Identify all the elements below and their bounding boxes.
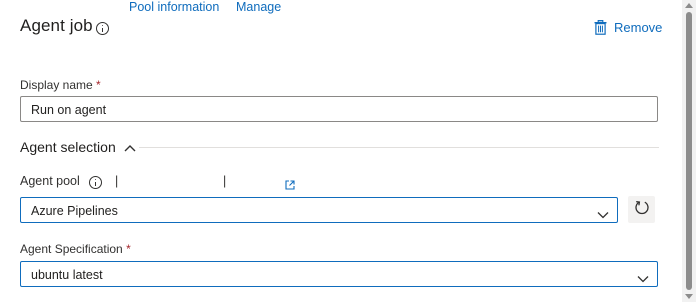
agent-selection-header[interactable]: Agent selection bbox=[20, 139, 136, 155]
scroll-up-arrow[interactable] bbox=[685, 3, 693, 8]
chevron-down-icon bbox=[597, 206, 609, 224]
display-name-value: Run on agent bbox=[31, 103, 107, 117]
agent-selection-title: Agent selection bbox=[20, 139, 116, 155]
remove-button[interactable]: Remove bbox=[594, 18, 662, 36]
section-divider bbox=[139, 147, 659, 148]
info-icon[interactable] bbox=[89, 176, 102, 189]
manage-link[interactable]: Manage bbox=[236, 0, 281, 16]
agent-pool-label: Agent pool bbox=[20, 174, 80, 188]
trash-icon bbox=[594, 19, 607, 35]
agent-pool-dropdown[interactable]: Azure Pipelines bbox=[20, 197, 618, 223]
external-link-icon[interactable] bbox=[285, 177, 295, 195]
agent-job-panel: Agent job Remove Display name * Run on a… bbox=[0, 0, 680, 302]
separator: | bbox=[115, 174, 119, 188]
info-icon[interactable] bbox=[96, 22, 109, 35]
agent-specification-label-text: Agent Specification bbox=[20, 242, 123, 256]
pool-information-link[interactable]: Pool information bbox=[129, 0, 219, 16]
scroll-thumb[interactable] bbox=[686, 12, 692, 290]
agent-pool-selected: Azure Pipelines bbox=[31, 204, 118, 218]
refresh-icon bbox=[634, 199, 650, 220]
agent-specification-dropdown[interactable]: ubuntu latest bbox=[20, 261, 658, 287]
chevron-down-icon bbox=[637, 270, 649, 288]
remove-label: Remove bbox=[614, 19, 663, 35]
display-name-label: Display name * bbox=[20, 78, 101, 92]
separator: | bbox=[223, 174, 227, 188]
agent-specification-selected: ubuntu latest bbox=[31, 268, 103, 282]
scroll-down-arrow[interactable] bbox=[685, 294, 693, 299]
refresh-button[interactable] bbox=[628, 196, 655, 223]
required-marker: * bbox=[96, 78, 101, 92]
agent-specification-label: Agent Specification * bbox=[20, 242, 131, 256]
required-marker: * bbox=[126, 242, 131, 256]
chevron-up-icon bbox=[124, 139, 136, 155]
vertical-scrollbar[interactable] bbox=[682, 0, 696, 302]
display-name-label-text: Display name bbox=[20, 78, 93, 92]
display-name-field[interactable]: Run on agent bbox=[20, 96, 658, 122]
page-title: Agent job bbox=[20, 16, 93, 35]
